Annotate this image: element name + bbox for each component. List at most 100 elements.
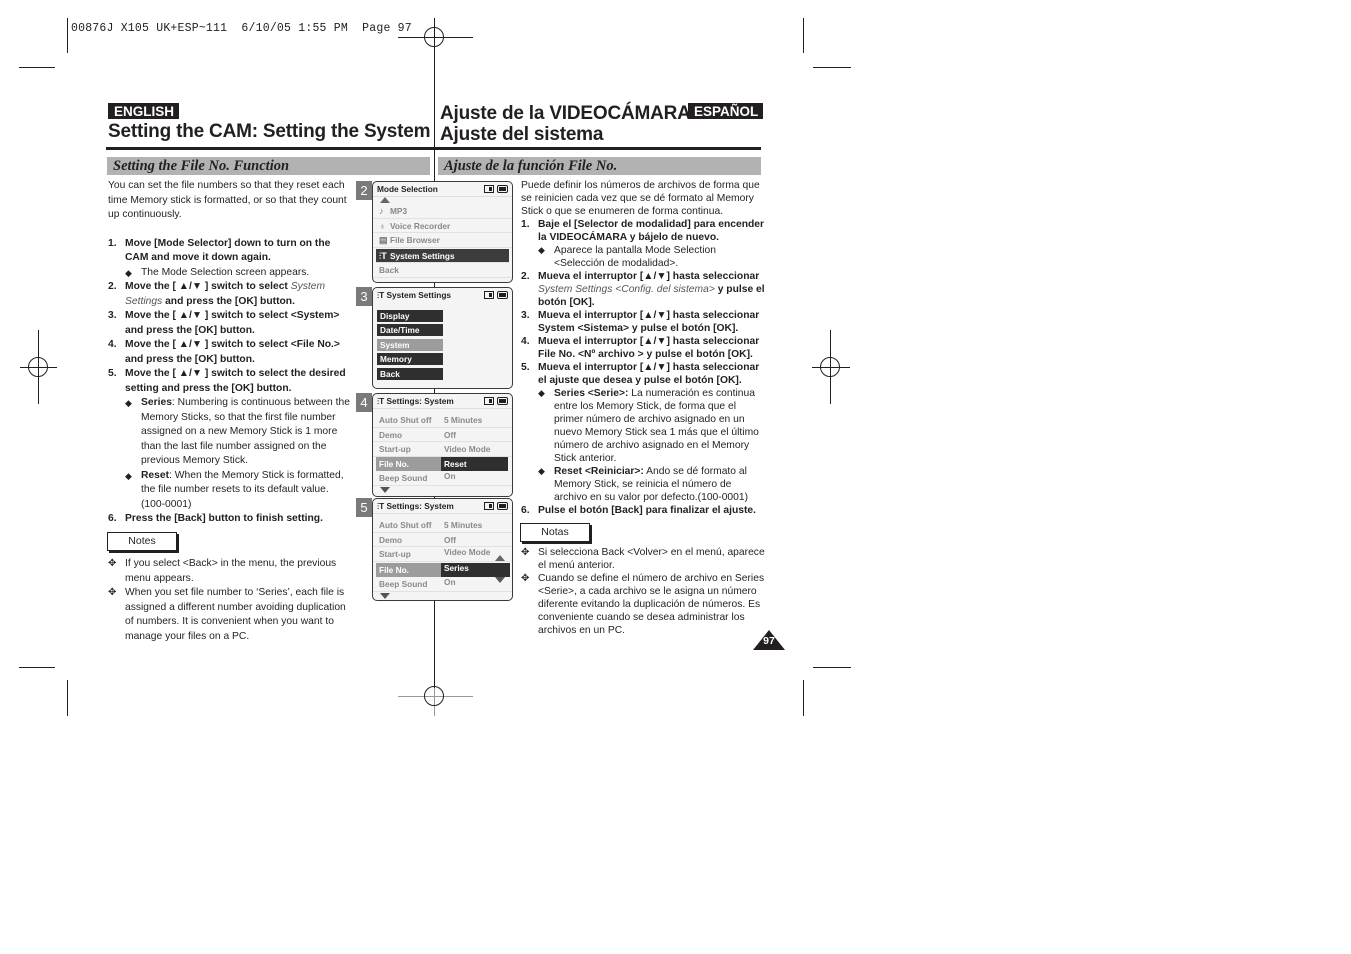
setting-start-up: Start-up Video Mode bbox=[373, 442, 512, 457]
spanish-intro: Puede definir los números de archivos de… bbox=[521, 180, 760, 217]
crop-mark bbox=[803, 680, 804, 716]
battery-icon bbox=[497, 291, 508, 299]
english-series-note: ◆ Series: Numbering is continuous between… bbox=[125, 397, 350, 466]
music-note-icon: ♪ bbox=[379, 206, 384, 216]
crop-mark bbox=[67, 18, 68, 53]
spanish-step-3: 3. Mueva el interruptor [▲/▼] hasta selec… bbox=[521, 310, 760, 334]
cross-bullet-icon: ✥ bbox=[521, 573, 530, 584]
memory-card-icon bbox=[484, 185, 494, 193]
setting-demo: Demo Off bbox=[373, 533, 512, 547]
memory-card-icon bbox=[484, 502, 494, 510]
screen-mode-selection: Mode Selection ♪ MP3 ♁ Voice Recorder ▤ Fil… bbox=[372, 181, 513, 283]
english-title-rule bbox=[106, 147, 434, 150]
spanish-note-2: ✥ Cuando se define el número de archivo e… bbox=[521, 573, 765, 636]
english-section-heading: Setting the File No. Function bbox=[107, 157, 430, 175]
spanish-note-1: ✥ Si selecciona Back <Volver> en el menú,… bbox=[521, 547, 765, 571]
english-note-2: ✥ When you set file number to ‘Series’, e… bbox=[108, 587, 346, 642]
memory-card-icon bbox=[484, 291, 494, 299]
crop-mark bbox=[67, 680, 68, 716]
scroll-down-icon bbox=[380, 592, 390, 599]
english-page-title: Setting the CAM: Setting the System bbox=[108, 121, 431, 142]
crop-mark bbox=[19, 667, 55, 668]
spanish-step-4: 4. Mueva el interruptor [▲/▼] hasta selec… bbox=[521, 336, 760, 360]
menu-item-back: Back bbox=[373, 263, 512, 278]
scroll-up-icon bbox=[380, 197, 390, 203]
spanish-page-title-line2: Ajuste del sistema bbox=[440, 124, 604, 145]
spanish-series-note: ◆ Series <Serie>: La numeración es contin… bbox=[538, 388, 759, 464]
settings-icon: ⫶T bbox=[379, 250, 387, 261]
english-notes: ✥ If you select <Back> in the menu, the p… bbox=[108, 557, 350, 644]
screen-header: ⫶T Settings: System bbox=[373, 499, 512, 514]
menu-item-back: Back bbox=[377, 367, 443, 380]
menu-item-date-time: Date/Time bbox=[377, 324, 443, 336]
screen-header: ⫶T Settings: System bbox=[373, 394, 512, 409]
setting-demo: Demo Off bbox=[373, 428, 512, 442]
spanish-step-5: 5. Mueva el interruptor [▲/▼] hasta selec… bbox=[521, 361, 765, 504]
setting-file-no: File No. Reset bbox=[373, 456, 512, 472]
page-number: 97 bbox=[763, 635, 775, 647]
option-down-icon bbox=[495, 577, 505, 583]
diamond-bullet-icon: ◆ bbox=[538, 466, 545, 476]
menu-item-voice-recorder: ♁ Voice Recorder bbox=[373, 219, 512, 233]
spanish-page-title-line1: Ajuste de la VIDEOCÁMARA: bbox=[440, 103, 697, 124]
spanish-reset-note: ◆ Reset <Reiniciar>: Ando se dé formato a… bbox=[538, 466, 749, 503]
memory-card-icon bbox=[484, 397, 494, 405]
file-browser-icon: ▤ bbox=[379, 235, 388, 245]
screen-step-number: 5 bbox=[356, 498, 372, 517]
print-slug: 00876J X105 UK+ESP~111 6/10/05 1:55 PM P… bbox=[71, 22, 412, 35]
spanish-step-2: 2. Mueva el interruptor [▲/▼] hasta selec… bbox=[521, 271, 765, 308]
diamond-bullet-icon: ◆ bbox=[125, 470, 132, 481]
microphone-icon: ♁ bbox=[379, 220, 386, 231]
menu-item-system-settings: ⫶T System Settings bbox=[376, 248, 509, 263]
spanish-title-rule bbox=[435, 147, 761, 150]
english-step-4: 4. Move the [ ▲/▼ ] switch to select <Fil… bbox=[108, 339, 340, 365]
screen-system-settings: ⫶T System Settings Display Date/Time Sys… bbox=[372, 287, 513, 389]
screen-settings-system-series: ⫶T Settings: System Auto Shut off 5 Minut… bbox=[372, 498, 513, 601]
english-step-2: 2. Move the [ ▲/▼ ] switch to select Syst… bbox=[108, 281, 326, 307]
option-up-icon bbox=[495, 555, 505, 561]
english-reset-note: ◆ Reset: When the Memory Stick is formatt… bbox=[125, 469, 344, 510]
screen-step-number: 3 bbox=[356, 287, 372, 306]
english-step-1: 1. Move [Mode Selector] down to turn on t… bbox=[108, 237, 350, 281]
english-notes-label: Notes bbox=[107, 532, 177, 551]
diamond-bullet-icon: ◆ bbox=[538, 245, 545, 255]
battery-icon bbox=[497, 502, 508, 510]
english-step-1-note: ◆ The Mode Selection screen appears. bbox=[125, 266, 350, 281]
screen-step-number: 4 bbox=[356, 393, 372, 412]
spanish-step-1-note: ◆ Aparece la pantalla Mode Selection <Sel… bbox=[538, 245, 716, 269]
crop-mark bbox=[19, 67, 55, 68]
diamond-bullet-icon: ◆ bbox=[538, 388, 545, 398]
english-step-5: 5. Move the [ ▲/▼ ] switch to select the … bbox=[108, 367, 350, 512]
spanish-notes: ✥ Si selecciona Back <Volver> en el menú,… bbox=[521, 546, 767, 637]
battery-icon bbox=[497, 185, 508, 193]
screen-step-number: 2 bbox=[356, 181, 372, 200]
crop-mark bbox=[813, 667, 851, 668]
diamond-bullet-icon: ◆ bbox=[125, 267, 132, 278]
english-note-1: ✥ If you select <Back> in the menu, the p… bbox=[108, 558, 337, 584]
spanish-notes-label: Notas bbox=[520, 523, 590, 542]
english-steps: 1. Move [Mode Selector] down to turn on t… bbox=[108, 237, 350, 527]
spanish-step-6: 6. Pulse el botón [Back] para finalizar e… bbox=[521, 505, 757, 516]
english-badge: ENGLISH bbox=[108, 103, 180, 119]
spanish-step-1: 1. Baje el [Selector de modalidad] para e… bbox=[521, 219, 765, 269]
setting-start-up: Start-up Video Mode bbox=[373, 547, 512, 562]
spanish-section-heading: Ajuste de la función File No. bbox=[438, 157, 761, 175]
english-intro: You can set the file numbers so that the… bbox=[108, 180, 347, 220]
setting-beep-sound: Beep Sound On bbox=[373, 577, 512, 592]
setting-auto-shut-off: Auto Shut off 5 Minutes bbox=[373, 518, 512, 533]
english-body: You can set the file numbers so that the… bbox=[108, 179, 350, 527]
screen-header: ⫶T System Settings bbox=[373, 288, 512, 303]
english-step-6: 6. Press the [Back] button to finish sett… bbox=[108, 513, 323, 524]
spanish-steps: 1. Baje el [Selector de modalidad] para e… bbox=[521, 218, 765, 517]
screen-header: Mode Selection bbox=[373, 182, 512, 197]
crop-mark bbox=[803, 18, 804, 53]
battery-icon bbox=[497, 397, 508, 405]
english-step-3: 3. Move the [ ▲/▼ ] switch to select <Sys… bbox=[108, 310, 340, 336]
setting-file-no: File No. Series bbox=[373, 562, 512, 578]
screen-settings-system-reset: ⫶T Settings: System Auto Shut off 5 Minut… bbox=[372, 393, 513, 497]
spanish-body: Puede definir los números de archivos de… bbox=[521, 179, 765, 517]
setting-beep-sound: Beep Sound On bbox=[373, 471, 512, 486]
menu-item-memory: Memory bbox=[377, 353, 443, 365]
menu-item-file-browser: ▤ File Browser bbox=[373, 233, 512, 248]
scroll-down-icon bbox=[380, 486, 390, 493]
